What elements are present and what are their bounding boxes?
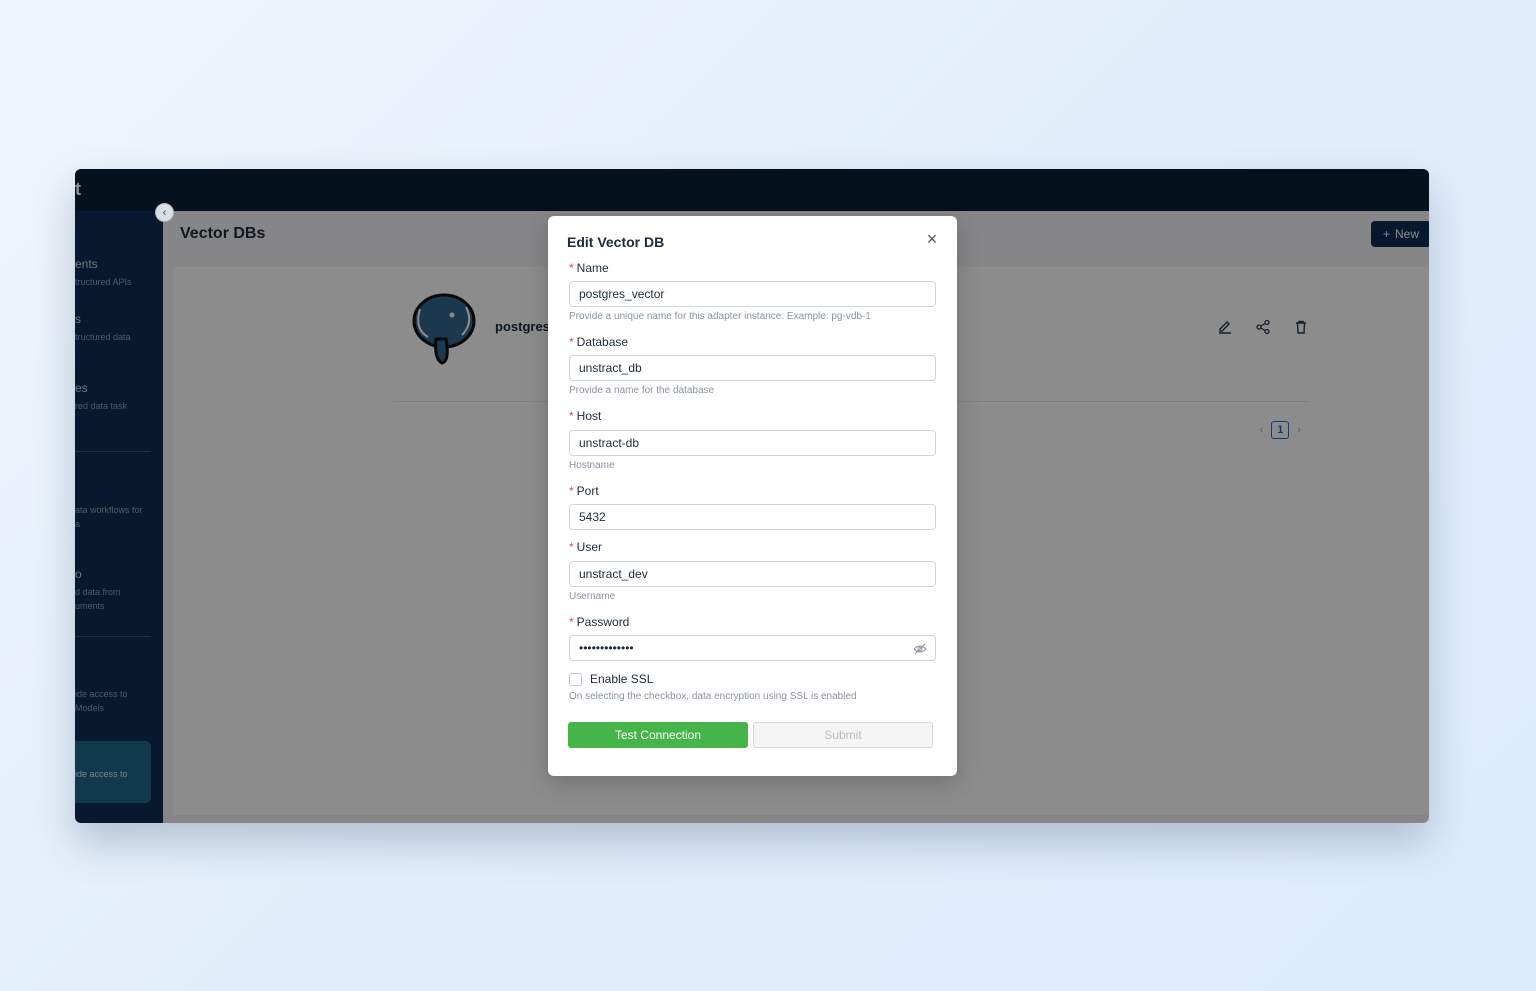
database-help: Provide a name for the database: [569, 385, 715, 396]
database-label: * Database: [569, 335, 629, 349]
edit-vector-db-modal: Edit Vector DB × * Name postgres_vector P…: [548, 216, 957, 776]
name-field[interactable]: postgres_vector: [569, 281, 936, 307]
host-field[interactable]: unstract-db: [569, 430, 936, 456]
modal-title: Edit Vector DB: [567, 234, 665, 250]
name-help: Provide a unique name for this adapter i…: [569, 311, 871, 322]
password-label: * Password: [569, 615, 630, 629]
host-label: * Host: [569, 409, 602, 423]
host-help: Hostname: [569, 460, 615, 471]
enable-ssl-row[interactable]: Enable SSL: [569, 672, 653, 686]
enable-ssl-checkbox[interactable]: [569, 672, 582, 686]
name-label: * Name: [569, 261, 609, 275]
user-label: * User: [569, 540, 603, 554]
enable-ssl-label: Enable SSL: [590, 672, 654, 686]
submit-button[interactable]: Submit: [753, 722, 933, 748]
test-connection-button[interactable]: Test Connection: [568, 722, 748, 748]
database-field[interactable]: unstract_db: [569, 355, 936, 381]
password-field[interactable]: •••••••••••••: [569, 635, 936, 661]
eye-invisible-icon[interactable]: [913, 642, 927, 656]
user-help: Username: [569, 591, 616, 602]
chevron-left-icon: ‹: [162, 206, 167, 219]
close-icon[interactable]: ×: [923, 230, 941, 248]
ssl-help: On selecting the checkbox, data encrypti…: [569, 691, 857, 702]
sidebar-collapse-button[interactable]: ‹: [155, 203, 174, 222]
port-label: * Port: [569, 484, 599, 498]
user-field[interactable]: unstract_dev: [569, 561, 936, 587]
port-field[interactable]: 5432: [569, 504, 936, 530]
